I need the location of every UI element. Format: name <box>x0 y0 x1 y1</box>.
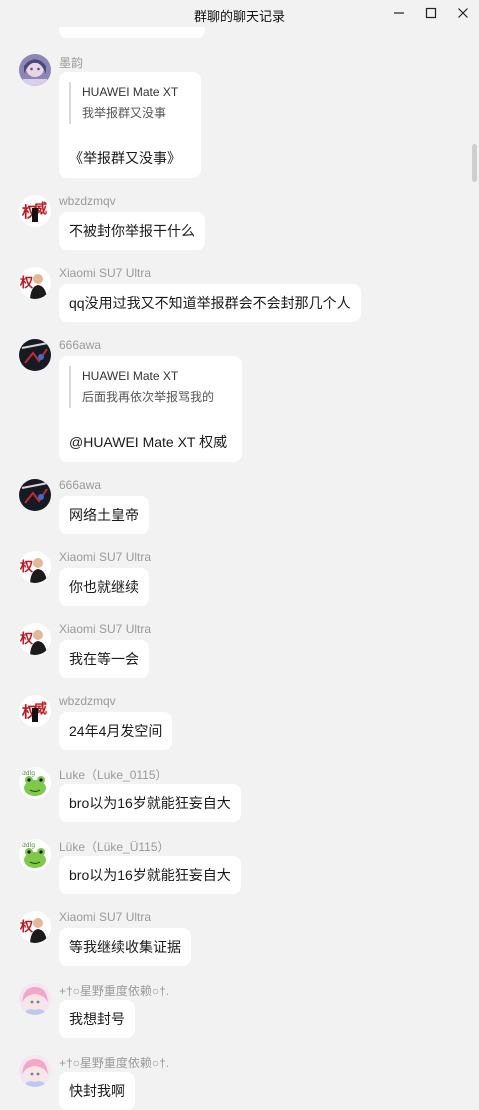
svg-text:权: 权 <box>19 275 34 291</box>
sender-name: Lüke（Lüke_Ü115） <box>59 840 170 854</box>
sender-name: +†○星野重度依赖○†. <box>59 984 170 998</box>
chat-history-list[interactable]: 墨韵 HUAWEI Mate XT 我举报群又没事 《举报群又没事》 权 威 w… <box>0 0 470 1110</box>
sender-name: Xiaomi SU7 Ultra <box>59 622 152 636</box>
window-title: 群聊的聊天记录 <box>193 9 285 24</box>
anime-girl-avatar[interactable] <box>19 54 51 86</box>
man-authority-avatar[interactable]: 权 <box>19 623 51 655</box>
message-bubble[interactable]: 我在等一会 <box>59 640 149 678</box>
message-bubble[interactable]: bro以为16岁就能狂妄自大 <box>59 784 241 822</box>
frog-avatar[interactable]: ddlg <box>19 767 51 799</box>
sender-name: Xiaomi SU7 Ultra <box>59 910 152 924</box>
sender-name: 666awa <box>59 338 102 352</box>
sender-name: 墨韵 <box>59 56 84 70</box>
maximize-button[interactable] <box>423 5 439 21</box>
quoted-reply[interactable]: HUAWEI Mate XT 我举报群又没事 <box>69 82 178 124</box>
dark-game-avatar[interactable] <box>19 339 51 371</box>
dark-game-avatar[interactable] <box>19 479 51 511</box>
message-bubble[interactable]: bro以为16岁就能狂妄自大 <box>59 856 241 894</box>
sender-name: wbzdzmqv <box>59 194 116 208</box>
man-authority-avatar[interactable]: 权 <box>19 551 51 583</box>
quoted-text: 我举报群又没事 <box>82 106 167 120</box>
minimize-button[interactable] <box>391 5 407 21</box>
message-bubble[interactable]: 网络土皇帝 <box>59 496 149 534</box>
close-icon <box>458 8 468 18</box>
svg-text:权: 权 <box>19 559 34 575</box>
svg-text:ddlg: ddlg <box>22 842 35 849</box>
message-text: 《举报群又没事》 <box>69 150 181 166</box>
quoted-sender: HUAWEI Mate XT <box>82 369 179 383</box>
frog-avatar[interactable]: ddlg <box>19 839 51 871</box>
sender-name: Xiaomi SU7 Ultra <box>59 266 152 280</box>
message-bubble[interactable]: 不被封你举报干什么 <box>59 212 205 250</box>
message-text: @HUAWEI Mate XT 权威 <box>69 434 228 450</box>
message-bubble[interactable]: HUAWEI Mate XT 后面我再依次举报骂我的 @HUAWEI Mate … <box>59 356 242 462</box>
sender-name: wbzdzmqv <box>59 694 116 708</box>
svg-text:权: 权 <box>19 631 34 647</box>
maximize-icon <box>425 7 437 19</box>
title-bar[interactable]: 群聊的聊天记录 <box>0 0 479 27</box>
pink-anime-avatar[interactable] <box>19 1055 51 1087</box>
man-authority-avatar[interactable]: 权 <box>19 267 51 299</box>
sender-name: 666awa <box>59 478 102 492</box>
scrollbar-thumb[interactable] <box>472 144 477 182</box>
message-bubble[interactable]: 等我继续收集证据 <box>59 928 191 966</box>
message-bubble[interactable]: qq没用过我又不知道举报群会不会封那几个人 <box>59 284 361 322</box>
minimize-icon <box>394 12 404 14</box>
pink-anime-avatar[interactable] <box>19 983 51 1015</box>
quoted-sender: HUAWEI Mate XT <box>82 85 179 99</box>
authority-stamp-avatar[interactable]: 权 威 <box>19 695 51 727</box>
quoted-text: 后面我再依次举报骂我的 <box>82 390 215 404</box>
svg-text:权: 权 <box>19 919 34 935</box>
sender-name: Xiaomi SU7 Ultra <box>59 550 152 564</box>
message-bubble[interactable]: 24年4月发空间 <box>59 712 173 750</box>
authority-stamp-avatar[interactable]: 权 威 <box>19 195 51 227</box>
quoted-reply[interactable]: HUAWEI Mate XT 后面我再依次举报骂我的 <box>69 366 214 408</box>
sender-name: Luke（Luke_0115） <box>59 768 168 782</box>
message-bubble[interactable]: HUAWEI Mate XT 我举报群又没事 《举报群又没事》 <box>59 72 201 178</box>
svg-text:ddlg: ddlg <box>22 770 35 777</box>
message-bubble[interactable]: 我想封号 <box>59 1000 135 1038</box>
message-bubble[interactable]: 快封我啊 <box>59 1072 135 1110</box>
message-bubble[interactable]: 你也就继续 <box>59 568 149 606</box>
close-button[interactable] <box>455 5 471 21</box>
man-authority-avatar[interactable]: 权 <box>19 911 51 943</box>
sender-name: +†○星野重度依赖○†. <box>59 1056 170 1070</box>
